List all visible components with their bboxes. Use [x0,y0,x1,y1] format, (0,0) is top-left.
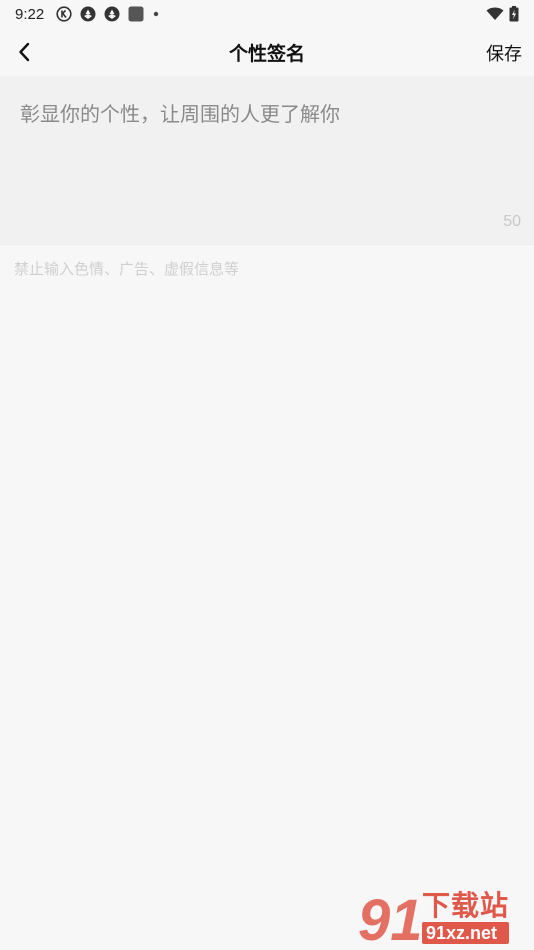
char-counter: 50 [503,213,521,230]
square-app-icon [128,6,144,22]
save-button[interactable]: 保存 [486,40,522,66]
watermark-url: 91xz.net [422,921,510,944]
nav-bar: 个性签名 保存 [0,28,534,76]
signature-input-area: 50 [0,76,534,244]
svg-text:91: 91 [358,888,422,946]
status-right [486,6,520,22]
signature-input[interactable] [20,98,510,218]
wifi-icon [486,6,504,22]
watermark: 91 下载站 91xz.net [358,888,528,946]
battery-charging-icon [508,6,520,22]
watermark-text: 下载站 91xz.net [422,888,510,944]
divider [0,244,534,245]
aperture-icon [80,6,96,22]
status-left: 9:22 [15,6,160,23]
screen: 9:22 个性签名 保存 彰显你的个性，让周围的人更了解你 50 禁止输入色情、… [0,0,534,950]
page-title: 个性签名 [228,43,305,65]
watermark-cn: 下载站 [422,888,510,922]
k-circle-icon [56,6,72,22]
watermark-logo-icon: 91 [358,888,422,946]
status-bar: 9:22 [0,0,534,28]
content-hint: 禁止输入色情、广告、虚假信息等 [14,260,240,278]
status-time: 9:22 [15,5,45,23]
dot-icon [152,6,160,22]
aperture-icon [104,6,120,22]
